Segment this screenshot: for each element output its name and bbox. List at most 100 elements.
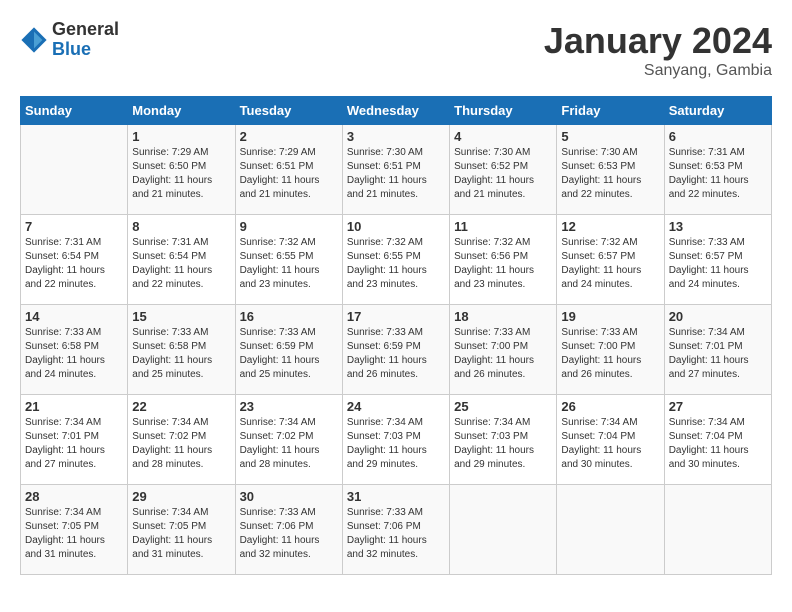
day-number: 21 [25, 399, 123, 414]
day-number: 25 [454, 399, 552, 414]
calendar-cell: 11 Sunrise: 7:32 AM Sunset: 6:56 PM Dayli… [450, 215, 557, 305]
weekday-header: Saturday [664, 97, 771, 125]
calendar-cell: 8 Sunrise: 7:31 AM Sunset: 6:54 PM Daylig… [128, 215, 235, 305]
day-number: 11 [454, 219, 552, 234]
day-number: 1 [132, 129, 230, 144]
header: General Blue January 2024 Sanyang, Gambi… [20, 20, 772, 80]
cell-content: Sunrise: 7:33 AM Sunset: 7:06 PM Dayligh… [240, 506, 338, 562]
cell-content: Sunrise: 7:33 AM Sunset: 7:00 PM Dayligh… [561, 326, 659, 382]
calendar-week-row: 28 Sunrise: 7:34 AM Sunset: 7:05 PM Dayli… [21, 485, 772, 575]
day-number: 15 [132, 309, 230, 324]
calendar-cell [450, 485, 557, 575]
calendar-cell: 3Sunrise: 7:30 AM Sunset: 6:51 PM Daylig… [342, 125, 449, 215]
calendar-week-row: 14Sunrise: 7:33 AM Sunset: 6:58 PM Dayli… [21, 305, 772, 395]
calendar-cell: 12 Sunrise: 7:32 AM Sunset: 6:57 PM Dayli… [557, 215, 664, 305]
location-title: Sanyang, Gambia [544, 62, 772, 80]
day-number: 24 [347, 399, 445, 414]
cell-content: Sunrise: 7:33 AM Sunset: 6:59 PM Dayligh… [240, 326, 338, 382]
day-number: 12 [561, 219, 659, 234]
calendar-cell: 31Sunrise: 7:33 AM Sunset: 7:06 PM Dayli… [342, 485, 449, 575]
cell-content: Sunrise: 7:32 AM Sunset: 6:55 PM Dayligh… [347, 236, 445, 292]
day-number: 17 [347, 309, 445, 324]
weekday-header: Tuesday [235, 97, 342, 125]
calendar-cell: 28 Sunrise: 7:34 AM Sunset: 7:05 PM Dayli… [21, 485, 128, 575]
cell-content: Sunrise: 7:34 AM Sunset: 7:03 PM Dayligh… [454, 416, 552, 472]
calendar-cell [664, 485, 771, 575]
logo-general-text: General [52, 20, 119, 40]
day-number: 5 [561, 129, 659, 144]
header-row: SundayMondayTuesdayWednesdayThursdayFrid… [21, 97, 772, 125]
calendar-week-row: 7 Sunrise: 7:31 AM Sunset: 6:54 PM Daylig… [21, 215, 772, 305]
logo-blue-text: Blue [52, 40, 119, 60]
cell-content: Sunrise: 7:34 AM Sunset: 7:02 PM Dayligh… [240, 416, 338, 472]
cell-content: Sunrise: 7:34 AM Sunset: 7:05 PM Dayligh… [25, 506, 123, 562]
day-number: 10 [347, 219, 445, 234]
calendar-cell: 6Sunrise: 7:31 AM Sunset: 6:53 PM Daylig… [664, 125, 771, 215]
day-number: 13 [669, 219, 767, 234]
weekday-header: Monday [128, 97, 235, 125]
day-number: 27 [669, 399, 767, 414]
cell-content: Sunrise: 7:33 AM Sunset: 7:00 PM Dayligh… [454, 326, 552, 382]
day-number: 8 [132, 219, 230, 234]
cell-content: Sunrise: 7:31 AM Sunset: 6:54 PM Dayligh… [25, 236, 123, 292]
calendar-cell [557, 485, 664, 575]
weekday-header: Thursday [450, 97, 557, 125]
calendar-cell: 13 Sunrise: 7:33 AM Sunset: 6:57 PM Dayli… [664, 215, 771, 305]
calendar-cell: 20 Sunrise: 7:34 AM Sunset: 7:01 PM Dayli… [664, 305, 771, 395]
title-area: January 2024 Sanyang, Gambia [544, 20, 772, 80]
calendar-cell: 26 Sunrise: 7:34 AM Sunset: 7:04 PM Dayli… [557, 395, 664, 485]
day-number: 19 [561, 309, 659, 324]
cell-content: Sunrise: 7:29 AM Sunset: 6:50 PM Dayligh… [132, 146, 230, 202]
logo: General Blue [20, 20, 119, 60]
month-title: January 2024 [544, 20, 772, 62]
cell-content: Sunrise: 7:31 AM Sunset: 6:54 PM Dayligh… [132, 236, 230, 292]
cell-content: Sunrise: 7:32 AM Sunset: 6:55 PM Dayligh… [240, 236, 338, 292]
calendar-cell: 16Sunrise: 7:33 AM Sunset: 6:59 PM Dayli… [235, 305, 342, 395]
cell-content: Sunrise: 7:33 AM Sunset: 6:59 PM Dayligh… [347, 326, 445, 382]
cell-content: Sunrise: 7:30 AM Sunset: 6:52 PM Dayligh… [454, 146, 552, 202]
calendar-cell: 18 Sunrise: 7:33 AM Sunset: 7:00 PM Dayli… [450, 305, 557, 395]
cell-content: Sunrise: 7:33 AM Sunset: 6:57 PM Dayligh… [669, 236, 767, 292]
day-number: 20 [669, 309, 767, 324]
weekday-header: Sunday [21, 97, 128, 125]
calendar-cell: 14Sunrise: 7:33 AM Sunset: 6:58 PM Dayli… [21, 305, 128, 395]
day-number: 9 [240, 219, 338, 234]
cell-content: Sunrise: 7:30 AM Sunset: 6:51 PM Dayligh… [347, 146, 445, 202]
calendar-cell: 17 Sunrise: 7:33 AM Sunset: 6:59 PM Dayli… [342, 305, 449, 395]
cell-content: Sunrise: 7:32 AM Sunset: 6:57 PM Dayligh… [561, 236, 659, 292]
cell-content: Sunrise: 7:34 AM Sunset: 7:04 PM Dayligh… [669, 416, 767, 472]
cell-content: Sunrise: 7:29 AM Sunset: 6:51 PM Dayligh… [240, 146, 338, 202]
cell-content: Sunrise: 7:31 AM Sunset: 6:53 PM Dayligh… [669, 146, 767, 202]
calendar-cell: 9 Sunrise: 7:32 AM Sunset: 6:55 PM Daylig… [235, 215, 342, 305]
day-number: 23 [240, 399, 338, 414]
day-number: 26 [561, 399, 659, 414]
calendar-week-row: 1 Sunrise: 7:29 AM Sunset: 6:50 PM Daylig… [21, 125, 772, 215]
calendar-cell: 22 Sunrise: 7:34 AM Sunset: 7:02 PM Dayli… [128, 395, 235, 485]
logo-icon [20, 26, 48, 54]
calendar-cell: 2Sunrise: 7:29 AM Sunset: 6:51 PM Daylig… [235, 125, 342, 215]
cell-content: Sunrise: 7:34 AM Sunset: 7:01 PM Dayligh… [669, 326, 767, 382]
weekday-header: Wednesday [342, 97, 449, 125]
calendar-cell: 25 Sunrise: 7:34 AM Sunset: 7:03 PM Dayli… [450, 395, 557, 485]
cell-content: Sunrise: 7:34 AM Sunset: 7:04 PM Dayligh… [561, 416, 659, 472]
calendar-cell: 30Sunrise: 7:33 AM Sunset: 7:06 PM Dayli… [235, 485, 342, 575]
day-number: 18 [454, 309, 552, 324]
cell-content: Sunrise: 7:30 AM Sunset: 6:53 PM Dayligh… [561, 146, 659, 202]
day-number: 28 [25, 489, 123, 504]
cell-content: Sunrise: 7:33 AM Sunset: 6:58 PM Dayligh… [25, 326, 123, 382]
cell-content: Sunrise: 7:33 AM Sunset: 7:06 PM Dayligh… [347, 506, 445, 562]
day-number: 29 [132, 489, 230, 504]
calendar-cell: 19 Sunrise: 7:33 AM Sunset: 7:00 PM Dayli… [557, 305, 664, 395]
cell-content: Sunrise: 7:34 AM Sunset: 7:02 PM Dayligh… [132, 416, 230, 472]
weekday-header: Friday [557, 97, 664, 125]
cell-content: Sunrise: 7:34 AM Sunset: 7:05 PM Dayligh… [132, 506, 230, 562]
day-number: 22 [132, 399, 230, 414]
calendar-cell: 5 Sunrise: 7:30 AM Sunset: 6:53 PM Daylig… [557, 125, 664, 215]
calendar-cell: 1 Sunrise: 7:29 AM Sunset: 6:50 PM Daylig… [128, 125, 235, 215]
calendar-cell: 23 Sunrise: 7:34 AM Sunset: 7:02 PM Dayli… [235, 395, 342, 485]
cell-content: Sunrise: 7:34 AM Sunset: 7:03 PM Dayligh… [347, 416, 445, 472]
cell-content: Sunrise: 7:34 AM Sunset: 7:01 PM Dayligh… [25, 416, 123, 472]
day-number: 7 [25, 219, 123, 234]
calendar-cell: 7 Sunrise: 7:31 AM Sunset: 6:54 PM Daylig… [21, 215, 128, 305]
cell-content: Sunrise: 7:32 AM Sunset: 6:56 PM Dayligh… [454, 236, 552, 292]
